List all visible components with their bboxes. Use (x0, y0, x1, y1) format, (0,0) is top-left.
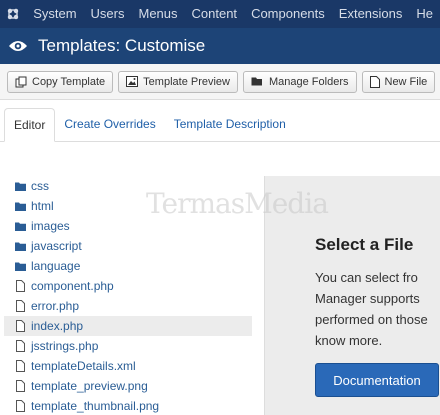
file-label: error.php (31, 299, 80, 313)
toolbar: Copy Template Template Preview Manage Fo… (0, 64, 440, 100)
panel-description: You can select fro Manager supports perf… (315, 267, 440, 351)
menu-components[interactable]: Components (244, 0, 332, 28)
copy-template-button[interactable]: Copy Template (7, 70, 114, 93)
eye-icon (8, 36, 28, 56)
panel-line: know more. (315, 333, 383, 348)
folder-label: css (31, 179, 49, 193)
image-icon (126, 76, 139, 87)
page-title: Templates: Customise (38, 36, 206, 55)
folder-icon (15, 220, 26, 232)
folder-label: images (31, 219, 70, 233)
tab-template-description[interactable]: Template Description (165, 108, 295, 141)
file-icon (15, 320, 26, 332)
folder-icon (15, 180, 26, 192)
new-file-label: New File (384, 75, 428, 88)
file-label: component.php (31, 279, 114, 293)
file-icon (15, 360, 26, 372)
tab-bar: Editor Create Overrides Template Descrip… (0, 108, 440, 142)
file-icon (15, 400, 26, 412)
folder-item[interactable]: javascript (4, 236, 252, 256)
file-item[interactable]: templateDetails.xml (4, 356, 252, 376)
folder-item[interactable]: language (4, 256, 252, 276)
folder-icon (15, 240, 26, 252)
panel-line: Manager supports (315, 291, 420, 306)
file-icon (15, 340, 26, 352)
folder-label: language (31, 259, 81, 273)
folder-icon (15, 200, 26, 212)
folder-label: html (31, 199, 54, 213)
panel-line: performed on those (315, 312, 428, 327)
file-item[interactable]: template_preview.png (4, 376, 252, 396)
manage-folders-button[interactable]: Manage Folders (243, 70, 357, 93)
file-label: jsstrings.php (31, 339, 99, 353)
watermark: TermasMedia (146, 187, 329, 220)
folder-open-icon (251, 76, 264, 87)
file-icon (15, 300, 26, 312)
manage-folders-label: Manage Folders (269, 75, 349, 88)
new-file-button[interactable]: New File (361, 70, 436, 93)
menu-users[interactable]: Users (84, 0, 132, 28)
file-icon (369, 75, 380, 88)
tab-create-overrides[interactable]: Create Overrides (55, 108, 164, 141)
page-header: Templates: Customise (0, 28, 440, 64)
file-item[interactable]: jsstrings.php (4, 336, 252, 356)
file-label: templateDetails.xml (31, 359, 136, 373)
file-label: index.php (31, 319, 84, 333)
file-item[interactable]: template_thumbnail.png (4, 396, 252, 415)
file-icon (15, 380, 26, 392)
documentation-button[interactable]: Documentation (315, 363, 439, 397)
folder-label: javascript (31, 239, 82, 253)
template-preview-button[interactable]: Template Preview (118, 70, 238, 93)
top-navbar: System Users Menus Content Components Ex… (0, 0, 440, 28)
panel-heading: Select a File (315, 235, 414, 254)
menu-system[interactable]: System (26, 0, 83, 28)
copy-template-label: Copy Template (32, 75, 106, 88)
file-label: template_thumbnail.png (31, 399, 160, 413)
copy-icon (15, 76, 27, 88)
folder-icon (15, 260, 26, 272)
template-preview-label: Template Preview (143, 75, 230, 88)
file-item-selected[interactable]: index.php (4, 316, 252, 336)
file-icon (15, 280, 26, 292)
tab-editor[interactable]: Editor (4, 108, 56, 142)
joomla-logo-icon[interactable] (0, 0, 26, 28)
file-item[interactable]: component.php (4, 276, 252, 296)
menu-content[interactable]: Content (185, 0, 245, 28)
panel-line: You can select fro (315, 270, 418, 285)
menu-extensions[interactable]: Extensions (332, 0, 410, 28)
menu-menus[interactable]: Menus (131, 0, 184, 28)
file-item[interactable]: error.php (4, 296, 252, 316)
file-label: template_preview.png (31, 379, 148, 393)
menu-help[interactable]: He (409, 0, 440, 28)
